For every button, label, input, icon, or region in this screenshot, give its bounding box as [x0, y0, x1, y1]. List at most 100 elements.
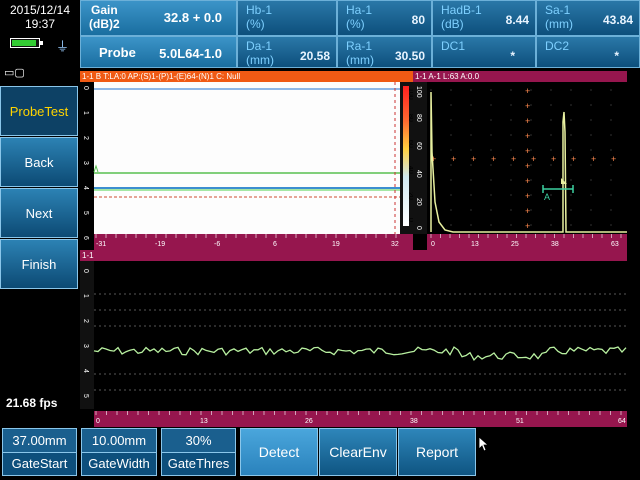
probe-param[interactable]: Probe 5.0L64-1.0 [80, 36, 237, 68]
ascan-grid-dot [570, 89, 572, 91]
ascan-grid-dot [470, 164, 472, 166]
ascan-grid-dot [490, 89, 492, 91]
ascan-axis-marker: + [525, 191, 530, 201]
gate-start-box[interactable]: 37.00mm GateStart [2, 428, 77, 476]
report-button[interactable]: Report [398, 428, 476, 476]
datetime: 2015/12/14 19:37 [0, 0, 80, 36]
ra-label: Ra-1 (mm) [346, 39, 374, 67]
ascan-axis-marker: + [491, 154, 496, 164]
ascan-grid-dot [430, 89, 432, 91]
ascan-xtick-label: 13 [471, 241, 479, 248]
ascan-grid-dot [550, 134, 552, 136]
ascan-grid-dot [570, 119, 572, 121]
hb-param[interactable]: Hb-1 (%) [237, 0, 337, 36]
ascan-grid-dot [510, 164, 512, 166]
ascan-axis-marker: + [525, 116, 530, 126]
da-label: Da-1 (mm) [246, 39, 274, 67]
ascan-axis-marker: + [511, 154, 516, 164]
dc2-param[interactable]: DC2 * [536, 36, 640, 68]
ha-param[interactable]: Ha-1 (%) 80 [337, 0, 432, 36]
ascan-grid-dot [530, 119, 532, 121]
cscan-ytick-label: 3 [82, 344, 89, 348]
hadb-label: HadB-1 (dB) [441, 3, 482, 31]
ascan-view[interactable]: 100806040200 +++++++++++ + + + + + + + + + A 0 13 2… [413, 82, 627, 250]
ascan-grid-dot [470, 134, 472, 136]
ascan-grid-dot [490, 179, 492, 181]
ascan-axis-marker: + [611, 154, 616, 164]
bscan-colorbar [403, 86, 409, 226]
ascan-grid-dot [610, 209, 612, 211]
mouse-cursor-icon [478, 436, 490, 452]
ascan-grid-dot [490, 104, 492, 106]
dc2-value: * [614, 49, 619, 63]
ascan-grid-dot [490, 194, 492, 196]
cscan-ytick-label: 0 [82, 269, 89, 273]
cscan-view[interactable]: 0 1 2 3 4 5 0 13 26 38 51 64 [80, 261, 627, 427]
ha-label: Ha-1 (%) [346, 3, 373, 31]
ascan-grid-dot [590, 224, 592, 226]
menu-probetest-button[interactable]: ProbeTest [0, 86, 78, 136]
ascan-grid-dot [450, 89, 452, 91]
cscan-xtick-label: 38 [410, 418, 418, 425]
ascan-grid-dot [450, 104, 452, 106]
bscan-ytick-label: 4 [82, 186, 89, 190]
dc1-label: DC1 [441, 39, 466, 53]
cscan-ytick-label: 2 [82, 319, 89, 323]
gate-thres-box[interactable]: 30% GateThres [161, 428, 236, 476]
clearenv-button[interactable]: ClearEnv [319, 428, 397, 476]
bscan-ytick-label: 5 [82, 211, 89, 215]
cscan-yaxis [80, 261, 94, 409]
keyboard-monitor-icon: ▭▢ [4, 67, 25, 79]
ascan-xtick-label: 38 [551, 241, 559, 248]
ascan-grid-dot [490, 164, 492, 166]
gate-start-value: 37.00mm [3, 429, 76, 453]
ascan-grid-dot [610, 134, 612, 136]
ascan-grid-dot [510, 119, 512, 121]
menu-finish-button[interactable]: Finish [0, 239, 78, 289]
ascan-grid-dot [610, 149, 612, 151]
cscan-xtick-label: 0 [96, 418, 100, 425]
sa-value: 43.84 [602, 13, 633, 27]
gate-width-box[interactable]: 10.00mm GateWidth [81, 428, 157, 476]
ascan-grid-dot [510, 209, 512, 211]
ascan-grid-dot [550, 149, 552, 151]
sa-param[interactable]: Sa-1 (mm) 43.84 [536, 0, 640, 36]
bscan-ytick-label: 6 [82, 236, 89, 240]
bscan-view[interactable]: 0123456 -31-19-661932 100806040200 [80, 82, 413, 250]
detect-button[interactable]: Detect [240, 428, 318, 476]
ascan-grid-dot [610, 194, 612, 196]
sa-label: Sa-1 (mm) [545, 3, 573, 31]
gate-width-value: 10.00mm [82, 429, 156, 453]
ascan-grid-dot [490, 134, 492, 136]
hadb-param[interactable]: HadB-1 (dB) 8.44 [432, 0, 536, 36]
ascan-grid-dot [490, 119, 492, 121]
cscan-xtick-label: 26 [305, 418, 313, 425]
ascan-grid-dot [530, 89, 532, 91]
ascan-grid-dot [550, 89, 552, 91]
bscan-xtick-label: 6 [273, 241, 277, 248]
ascan-grid-dot [510, 194, 512, 196]
ascan-grid-dot [570, 179, 572, 181]
hb-label: Hb-1 (%) [246, 3, 273, 31]
gain-param[interactable]: Gain (dB)2 32.8 + 0.0 [80, 0, 237, 36]
ascan-grid-dot [510, 89, 512, 91]
gate-width-label: GateWidth [88, 456, 150, 471]
ascan-ytick-label: 80 [415, 114, 422, 122]
ascan-grid-dot [530, 224, 532, 226]
ascan-grid-dot [530, 149, 532, 151]
ascan-grid-dot [530, 194, 532, 196]
ascan-grid-dot [450, 119, 452, 121]
dc1-param[interactable]: DC1 * [432, 36, 536, 68]
menu-next-button[interactable]: Next [0, 188, 78, 238]
ascan-grid-dot [510, 134, 512, 136]
ra-param[interactable]: Ra-1 (mm) 30.50 [337, 36, 432, 68]
da-param[interactable]: Da-1 (mm) 20.58 [237, 36, 337, 68]
ha-value: 80 [411, 13, 425, 27]
status-icons: ⏚ ▭▢ [0, 36, 80, 79]
menu-back-button[interactable]: Back [0, 137, 78, 187]
ascan-grid-dot [550, 179, 552, 181]
ascan-grid-dot [570, 164, 572, 166]
ascan-yaxis [413, 82, 427, 234]
ascan-grid-dot [550, 194, 552, 196]
ascan-grid-dot [450, 209, 452, 211]
